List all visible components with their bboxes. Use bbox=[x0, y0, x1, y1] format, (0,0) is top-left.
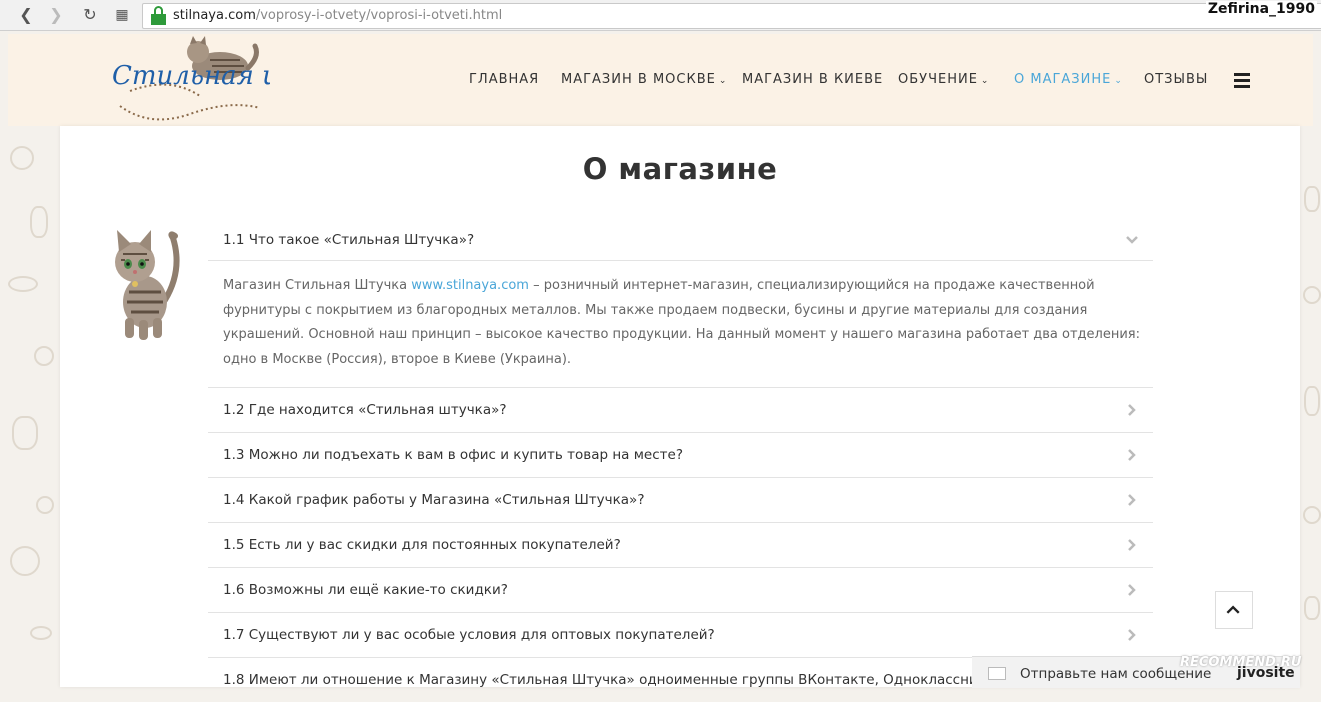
nav-training[interactable]: ОБУЧЕНИЕ ⌄ bbox=[898, 72, 989, 87]
nav-home[interactable]: ГЛАВНАЯ bbox=[469, 72, 539, 87]
chevron-right-icon bbox=[1128, 584, 1136, 596]
address-bar[interactable]: stilnaya.com/voprosy-i-otvety/voprosi-i-… bbox=[142, 3, 1321, 29]
chevron-down-icon: ⌄ bbox=[980, 76, 990, 86]
scroll-to-top-button[interactable] bbox=[1215, 591, 1253, 629]
chevron-down-icon: ⌄ bbox=[1114, 76, 1123, 86]
menu-icon[interactable] bbox=[1234, 73, 1250, 91]
cat-illustration bbox=[115, 230, 180, 340]
reload-icon[interactable]: ↻ bbox=[80, 5, 100, 25]
chevron-up-icon bbox=[1226, 605, 1240, 614]
url-text: stilnaya.com/voprosy-i-otvety/voprosi-i-… bbox=[173, 8, 503, 23]
lock-icon bbox=[151, 6, 166, 25]
user-name: Zefirina_1990 bbox=[1205, 1, 1317, 17]
background-pattern-left bbox=[0, 126, 60, 687]
faq-item-6[interactable]: 1.6 Возможны ли ещё какие-то скидки? bbox=[208, 568, 1153, 613]
chevron-right-icon bbox=[1128, 404, 1136, 416]
site-logo[interactable]: Стильная штучка bbox=[110, 36, 270, 126]
chevron-right-icon bbox=[1128, 449, 1136, 461]
apps-grid-icon[interactable]: ▦ bbox=[112, 5, 132, 25]
page-title: О магазине bbox=[582, 152, 778, 186]
nav-moscow-store[interactable]: МАГАЗИН В МОСКВЕ ⌄ bbox=[561, 72, 727, 87]
nav-about-store[interactable]: О МАГАЗИНЕ ⌄ bbox=[1014, 72, 1123, 87]
chevron-down-icon bbox=[1126, 236, 1138, 244]
faq-answer-divider bbox=[208, 260, 1153, 388]
faq-item-1[interactable]: 1.1 Что такое «Стильная Штучка»? bbox=[208, 222, 1153, 261]
logo-text: Стильная штучка bbox=[112, 61, 270, 91]
nav-kiev-store[interactable]: МАГАЗИН В КИЕВЕ bbox=[742, 72, 883, 87]
browser-toolbar: ❮ ❯ ↻ ▦ stilnaya.com/voprosy-i-otvety/vo… bbox=[0, 0, 1321, 31]
forward-icon[interactable]: ❯ bbox=[46, 5, 66, 25]
main-content: О магазине 1.1 Что такое «Стильная Штучк… bbox=[60, 126, 1300, 688]
chevron-down-icon: ⌄ bbox=[718, 76, 728, 86]
faq-item-5[interactable]: 1.5 Есть ли у вас скидки для постоянных … bbox=[208, 523, 1153, 568]
faq-item-2[interactable]: 1.2 Где находится «Стильная штучка»? bbox=[208, 388, 1153, 433]
watermark: RECOMMEND.RU bbox=[1180, 655, 1302, 670]
faq-item-7[interactable]: 1.7 Существуют ли у вас особые условия д… bbox=[208, 613, 1153, 658]
chevron-right-icon bbox=[1128, 539, 1136, 551]
back-icon[interactable]: ❮ bbox=[16, 5, 36, 25]
nav-reviews[interactable]: ОТЗЫВЫ bbox=[1144, 72, 1208, 87]
background-pattern-right bbox=[1300, 126, 1321, 687]
site-header: Стильная штучка ГЛАВНАЯ МАГАЗИН В МОСКВЕ… bbox=[8, 34, 1313, 126]
faq-item-4[interactable]: 1.4 Какой график работы у Магазина «Стил… bbox=[208, 478, 1153, 523]
faq-item-3[interactable]: 1.3 Можно ли подъехать к вам в офис и ку… bbox=[208, 433, 1153, 478]
chevron-right-icon bbox=[1128, 494, 1136, 506]
envelope-icon bbox=[988, 667, 1006, 680]
chevron-right-icon bbox=[1128, 629, 1136, 641]
